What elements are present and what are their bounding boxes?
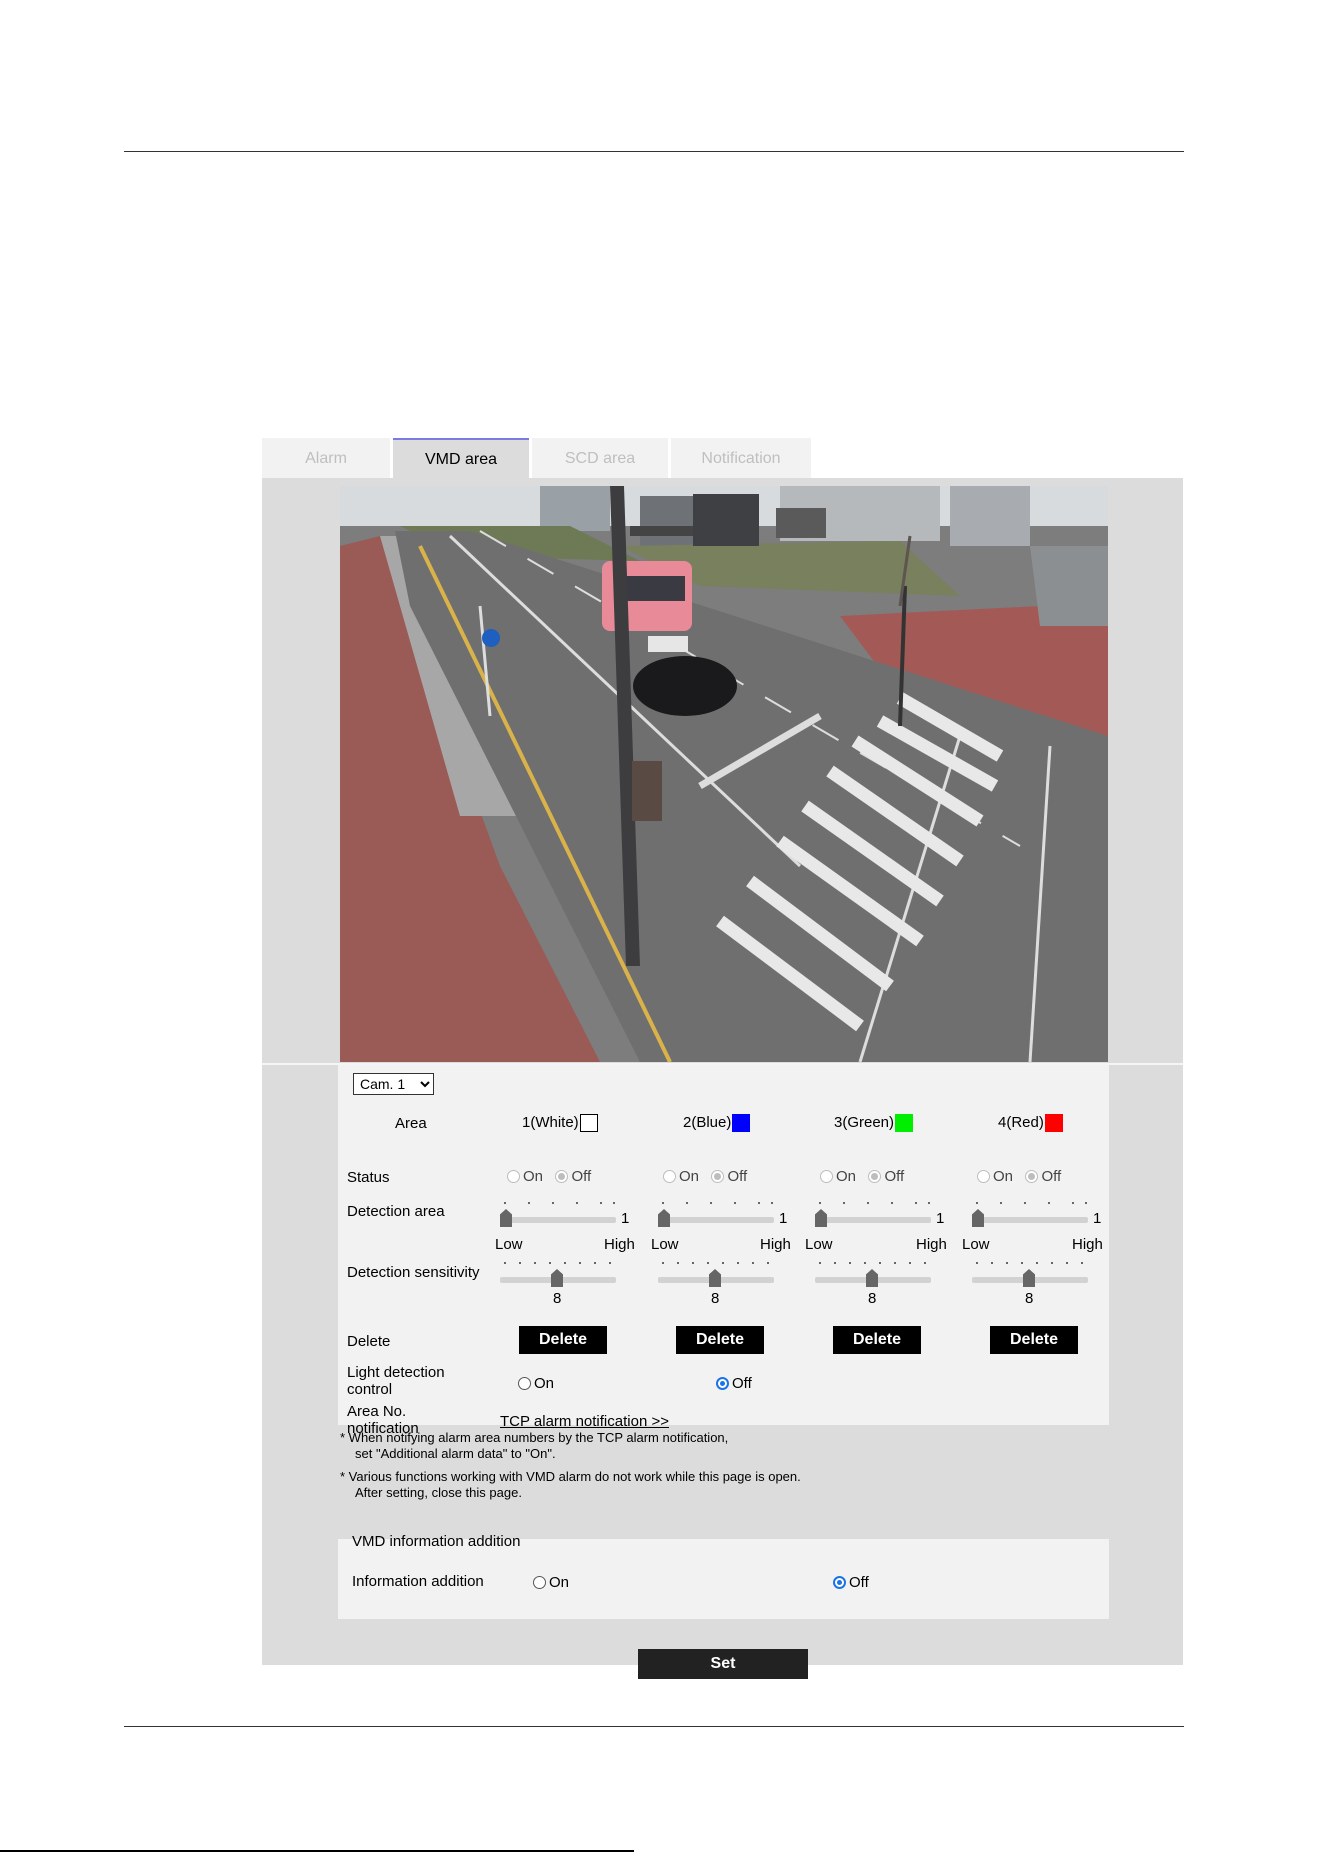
tab-scd-area[interactable]: SCD area <box>532 438 668 478</box>
area-2-detection-area-slider[interactable]: 1 <box>658 1200 788 1230</box>
information-addition-on-radio[interactable] <box>533 1576 546 1590</box>
information-addition-off: Off <box>833 1574 869 1592</box>
area-1-sensitivity-handle[interactable] <box>551 1269 563 1287</box>
status-label: Status <box>347 1169 390 1186</box>
area-4-detection-area-handle[interactable] <box>972 1209 984 1227</box>
area-1-high-label: High <box>604 1236 635 1253</box>
area-2-status-on-radio[interactable] <box>663 1170 676 1184</box>
green-swatch-icon <box>895 1114 914 1133</box>
area-3-detection-area-handle[interactable] <box>815 1209 827 1227</box>
area-3-status-off-radio[interactable] <box>868 1170 882 1184</box>
vmd-info-title: VMD information addition <box>352 1533 521 1550</box>
light-detection-on-radio[interactable] <box>518 1377 531 1391</box>
area-4-name: 4(Red) <box>998 1114 1044 1131</box>
white-swatch-icon <box>579 1114 598 1133</box>
area-2-status-off-radio[interactable] <box>711 1170 725 1184</box>
area-1-delete-button[interactable]: Delete <box>519 1326 607 1354</box>
area-4-sensitivity-slider[interactable]: 8 <box>972 1260 1092 1308</box>
area-2-low-label: Low <box>651 1236 679 1253</box>
area-3-header: 3(Green) <box>834 1114 914 1133</box>
area-2-status: On Off <box>663 1168 747 1186</box>
area-4-sensitivity-handle[interactable] <box>1023 1269 1035 1287</box>
area-header-label: Area <box>395 1115 427 1132</box>
camera-select[interactable]: Cam. 1 <box>353 1073 434 1095</box>
light-detection-on: On <box>518 1375 554 1393</box>
delete-label: Delete <box>347 1333 391 1350</box>
tcp-alarm-notification-link[interactable]: TCP alarm notification >> <box>500 1413 669 1430</box>
area-1-status-on-radio[interactable] <box>507 1170 520 1184</box>
area-1-name: 1(White) <box>522 1114 579 1131</box>
area-4-header: 4(Red) <box>998 1114 1063 1133</box>
area-2-header: 2(Blue) <box>683 1114 751 1133</box>
footnote-rule <box>0 1850 634 1852</box>
area-2-name: 2(Blue) <box>683 1114 732 1131</box>
area-4-low-label: Low <box>962 1236 990 1253</box>
area-2-high-label: High <box>760 1236 791 1253</box>
area-2-sensitivity-handle[interactable] <box>709 1269 721 1287</box>
area-2-sensitivity-slider[interactable]: 8 <box>658 1260 778 1308</box>
tcp-alarm-notification-link-wrap: TCP alarm notification >> <box>500 1413 669 1431</box>
area-1-header: 1(White) <box>522 1114 598 1133</box>
area-2-detection-area-handle[interactable] <box>658 1209 670 1227</box>
area-1-sensitivity-slider[interactable]: 8 <box>500 1260 620 1308</box>
area-1-detection-area-handle[interactable] <box>500 1209 512 1227</box>
light-detection-label: Light detection control <box>347 1364 445 1398</box>
tab-notification[interactable]: Notification <box>671 438 811 478</box>
note-1: * When notifying alarm area numbers by t… <box>340 1430 729 1461</box>
area-4-delete-button[interactable]: Delete <box>990 1326 1078 1354</box>
area-1-low-label: Low <box>495 1236 523 1253</box>
area-1-status-off-radio[interactable] <box>555 1170 569 1184</box>
area-3-sensitivity-handle[interactable] <box>866 1269 878 1287</box>
detection-area-label: Detection area <box>347 1203 445 1220</box>
light-detection-off-radio[interactable] <box>716 1377 729 1391</box>
area-1-status: On Off <box>507 1168 591 1186</box>
blue-swatch-icon <box>732 1114 751 1133</box>
area-3-detection-area-slider[interactable]: 1 <box>815 1200 945 1230</box>
area-2-delete-button[interactable]: Delete <box>676 1326 764 1354</box>
information-addition-off-radio[interactable] <box>833 1576 846 1590</box>
light-detection-off: Off <box>716 1375 752 1393</box>
detection-sensitivity-label: Detection sensitivity <box>347 1264 480 1281</box>
area-4-status: On Off <box>977 1168 1061 1186</box>
camera-image <box>340 486 1108 1062</box>
information-addition-label: Information addition <box>352 1573 484 1590</box>
area-3-low-label: Low <box>805 1236 833 1253</box>
note-2: * Various functions working with VMD ala… <box>340 1469 801 1500</box>
area-4-detection-area-slider[interactable]: 1 <box>972 1200 1102 1230</box>
red-swatch-icon <box>1044 1114 1063 1133</box>
area-3-delete-button[interactable]: Delete <box>833 1326 921 1354</box>
area-3-name: 3(Green) <box>834 1114 895 1131</box>
area-3-sensitivity-slider[interactable]: 8 <box>815 1260 935 1308</box>
area-1-detection-area-slider[interactable]: 1 <box>500 1200 630 1230</box>
area-3-status: On Off <box>820 1168 904 1186</box>
set-button[interactable]: Set <box>638 1649 808 1679</box>
tab-vmd-area[interactable]: VMD area <box>393 438 529 478</box>
area-4-high-label: High <box>1072 1236 1103 1253</box>
footer-rule <box>124 1726 1184 1727</box>
tab-alarm[interactable]: Alarm <box>262 438 390 478</box>
camera-live-view[interactable] <box>340 486 1108 1062</box>
header-rule <box>124 151 1184 152</box>
area-3-status-on-radio[interactable] <box>820 1170 833 1184</box>
information-addition-on: On <box>533 1574 569 1592</box>
area-3-high-label: High <box>916 1236 947 1253</box>
area-4-status-on-radio[interactable] <box>977 1170 990 1184</box>
area-4-status-off-radio[interactable] <box>1025 1170 1039 1184</box>
